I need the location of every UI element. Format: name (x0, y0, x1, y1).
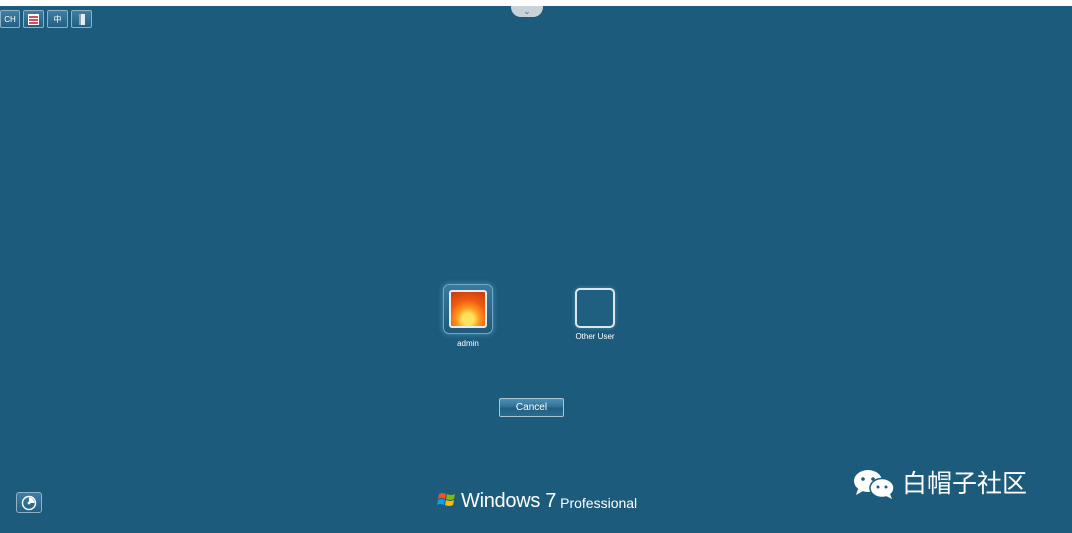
cancel-button[interactable]: Cancel (499, 398, 564, 417)
chevron-down-icon: ⌄ (523, 6, 531, 16)
user-avatar-flower (449, 290, 487, 328)
watermark-text: 白帽子社区 (902, 470, 1028, 498)
product-edition: Professional (560, 495, 638, 511)
input-language-button[interactable]: CH (0, 10, 20, 28)
ime-mode-label: 中 (53, 14, 62, 24)
language-bar-options-button[interactable] (71, 10, 92, 28)
user-tile-label: admin (457, 339, 479, 348)
ease-of-access-icon (21, 495, 37, 510)
user-tile-frame (443, 284, 493, 334)
ease-of-access-button[interactable] (16, 492, 42, 513)
product-name: Windows 7 (461, 490, 557, 512)
language-bar: CH 中 (0, 10, 92, 28)
ime-grid-icon (28, 13, 39, 25)
windows-branding: Windows 7 Professional (437, 490, 637, 512)
ime-mode-button[interactable]: 中 (47, 10, 68, 28)
watermark: 白帽子社区 (852, 468, 1027, 500)
input-language-label: CH (4, 14, 16, 24)
ime-indicator-button[interactable] (23, 10, 44, 28)
remote-bar-handle[interactable]: ⌄ (511, 6, 543, 17)
cancel-button-label: Cancel (515, 402, 548, 413)
user-tile-label: Other User (575, 332, 615, 341)
wechat-icon (854, 470, 895, 499)
windows-flag-icon (437, 493, 455, 506)
user-tile-frame (575, 288, 615, 328)
user-tile-other-user[interactable]: Other User (566, 288, 624, 341)
logon-screen (0, 6, 1072, 533)
user-tile-admin[interactable]: admin (436, 284, 500, 348)
language-bar-handle-icon (78, 13, 85, 25)
